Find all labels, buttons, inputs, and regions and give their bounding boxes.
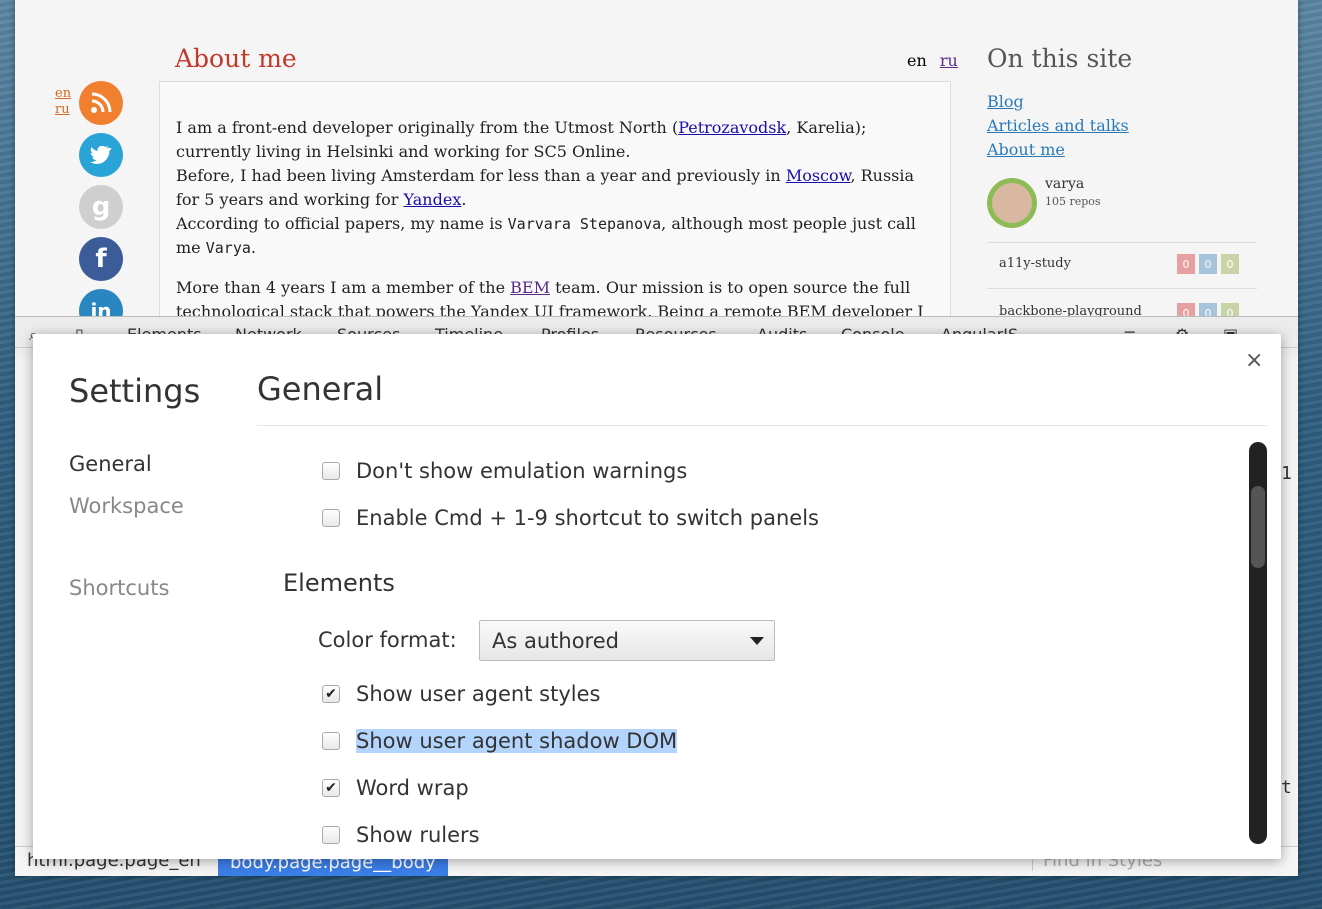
bio-text-fragment: Before, I had been living Amsterdam for …	[176, 166, 786, 185]
about-title: About me	[175, 44, 297, 73]
bio-text-fragment: More than 4 years I am a member of the	[176, 278, 511, 297]
lang-switch: en ru	[899, 51, 958, 70]
bio-text-fragment: .	[461, 190, 467, 209]
bio-text-fragment: .	[250, 238, 256, 257]
badge: 0	[1199, 303, 1217, 316]
bio-text-fragment: I am a front-end developer originally fr…	[176, 118, 679, 137]
repo-badges: 0 0 0	[1177, 254, 1239, 274]
side-lang-en-link[interactable]: en	[55, 86, 71, 102]
close-icon[interactable]: ×	[1245, 348, 1263, 373]
github-repo-count: 105 repos	[1045, 195, 1101, 208]
styles-fragment: t	[1281, 777, 1292, 798]
web-page: en ru g f in About me en ru I am a front…	[15, 0, 1298, 316]
option-show-rulers[interactable]: Show rulers	[322, 823, 480, 847]
settings-dialog: × Settings General Workspace Shortcuts G…	[33, 334, 1281, 859]
chevron-down-icon	[750, 636, 764, 645]
badge: 0	[1177, 254, 1195, 274]
divider	[257, 425, 1267, 426]
checkbox[interactable]: ✔	[322, 779, 340, 797]
color-format-label: Color format:	[318, 628, 457, 652]
nav-shortcuts[interactable]: Shortcuts	[69, 576, 169, 600]
avatar-photo	[992, 183, 1032, 223]
side-lang-ru-link[interactable]: ru	[55, 102, 71, 118]
nickname: Varya	[205, 239, 251, 257]
divider	[987, 288, 1257, 289]
moscow-link[interactable]: Moscow	[786, 166, 851, 185]
bio-text-fragment: According to official papers, my name is	[176, 214, 508, 233]
settings-title: Settings	[69, 372, 201, 410]
option-user-agent-styles[interactable]: ✔ Show user agent styles	[322, 682, 600, 706]
blog-link[interactable]: Blog	[987, 90, 1129, 114]
nav-general[interactable]: General	[69, 452, 152, 476]
option-cmd-shortcut[interactable]: Enable Cmd + 1-9 shortcut to switch pane…	[322, 506, 819, 530]
section-title: General	[257, 370, 384, 408]
lang-en: en	[907, 51, 927, 70]
linkedin-icon[interactable]: in	[79, 289, 123, 316]
nav-workspace[interactable]: Workspace	[69, 494, 184, 518]
repo-name[interactable]: backbone-playground	[999, 304, 1142, 316]
scrollbar[interactable]	[1249, 442, 1267, 844]
option-label: Enable Cmd + 1-9 shortcut to switch pane…	[356, 506, 819, 530]
option-label: Don't show emulation warnings	[356, 459, 688, 483]
bem-link[interactable]: BEM	[510, 278, 550, 297]
articles-link[interactable]: Articles and talks	[987, 114, 1129, 138]
side-title: On this site	[987, 44, 1133, 73]
color-format-value: As authored	[492, 628, 619, 653]
option-word-wrap[interactable]: ✔ Word wrap	[322, 776, 469, 800]
divider	[987, 242, 1257, 243]
option-emulation-warnings[interactable]: Don't show emulation warnings	[322, 459, 687, 483]
elements-section-title: Elements	[283, 569, 395, 597]
google-icon[interactable]: g	[79, 185, 123, 229]
about-content-box: I am a front-end developer originally fr…	[159, 81, 951, 316]
badge: 0	[1221, 254, 1239, 274]
color-format-select[interactable]: As authored	[479, 620, 775, 661]
facebook-icon[interactable]: f	[79, 237, 123, 281]
side-language-switch: en ru	[55, 86, 71, 118]
checkbox[interactable]	[322, 826, 340, 844]
badge: 0	[1199, 254, 1217, 274]
checkbox[interactable]: ✔	[322, 685, 340, 703]
scrollbar-thumb[interactable]	[1251, 486, 1265, 568]
devtools-dom-gutter	[15, 357, 35, 876]
styles-fragment: 1	[1281, 463, 1292, 484]
option-label: Word wrap	[356, 776, 469, 800]
checkbox[interactable]	[322, 462, 340, 480]
github-username[interactable]: varya	[1045, 176, 1084, 192]
checkbox[interactable]	[322, 509, 340, 527]
petrozavodsk-link[interactable]: Petrozavodsk	[678, 118, 786, 137]
option-label: Show rulers	[356, 823, 480, 847]
twitter-icon[interactable]	[79, 133, 123, 177]
lang-ru-link[interactable]: ru	[940, 51, 958, 70]
yandex-link[interactable]: Yandex	[403, 190, 461, 209]
avatar[interactable]	[987, 178, 1037, 228]
repo-badges: 0 0 0	[1177, 303, 1239, 316]
full-name: Varvara Stepanova	[507, 215, 662, 233]
badge: 0	[1221, 303, 1239, 316]
about-link[interactable]: About me	[987, 138, 1129, 162]
badge: 0	[1177, 303, 1195, 316]
option-label: Show user agent styles	[356, 682, 601, 706]
repo-name[interactable]: a11y-study	[999, 256, 1071, 271]
bio-text: I am a front-end developer originally fr…	[176, 116, 936, 316]
rss-icon[interactable]	[79, 81, 123, 125]
side-links: Blog Articles and talks About me	[987, 90, 1129, 162]
checkbox[interactable]	[322, 732, 340, 750]
option-user-agent-shadow-dom[interactable]: Show user agent shadow DOM	[322, 729, 678, 753]
option-label: Show user agent shadow DOM	[356, 729, 678, 753]
